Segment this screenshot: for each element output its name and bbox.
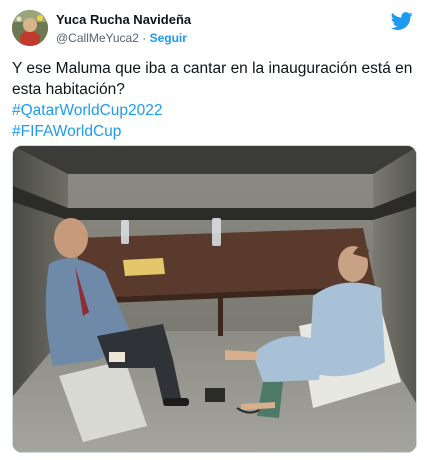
author-avatar[interactable] <box>12 10 48 46</box>
tweet-text-line-1: Y ese Maluma que iba a cantar en la inau… <box>12 60 413 77</box>
avatar-image <box>12 10 48 46</box>
separator-dot: · <box>142 31 147 45</box>
tweet-text: Y ese Maluma que iba a cantar en la inau… <box>12 58 412 142</box>
tweet-header: Yuca Rucha Navideña @CallMeYuca2 · Segui… <box>12 10 415 50</box>
tweet-media-photo[interactable] <box>12 145 417 453</box>
author-handle[interactable]: @CallMeYuca2 <box>56 31 139 45</box>
tweet-card: Yuca Rucha Navideña @CallMeYuca2 · Segui… <box>0 0 427 460</box>
hashtag-fifaworldcup[interactable]: #FIFAWorldCup <box>12 121 412 142</box>
tweet-text-line-2: esta habitación? <box>12 81 125 98</box>
author-handle-row: @CallMeYuca2 · Seguir <box>56 30 191 46</box>
interrogation-room-photo <box>13 146 416 452</box>
hashtag-qatarworldcup2022[interactable]: #QatarWorldCup2022 <box>12 100 412 121</box>
author-display-name[interactable]: Yuca Rucha Navideña <box>56 12 191 28</box>
author-names: Yuca Rucha Navideña @CallMeYuca2 · Segui… <box>56 12 191 46</box>
follow-button[interactable]: Seguir <box>150 31 187 45</box>
twitter-bird-icon[interactable] <box>390 10 413 32</box>
